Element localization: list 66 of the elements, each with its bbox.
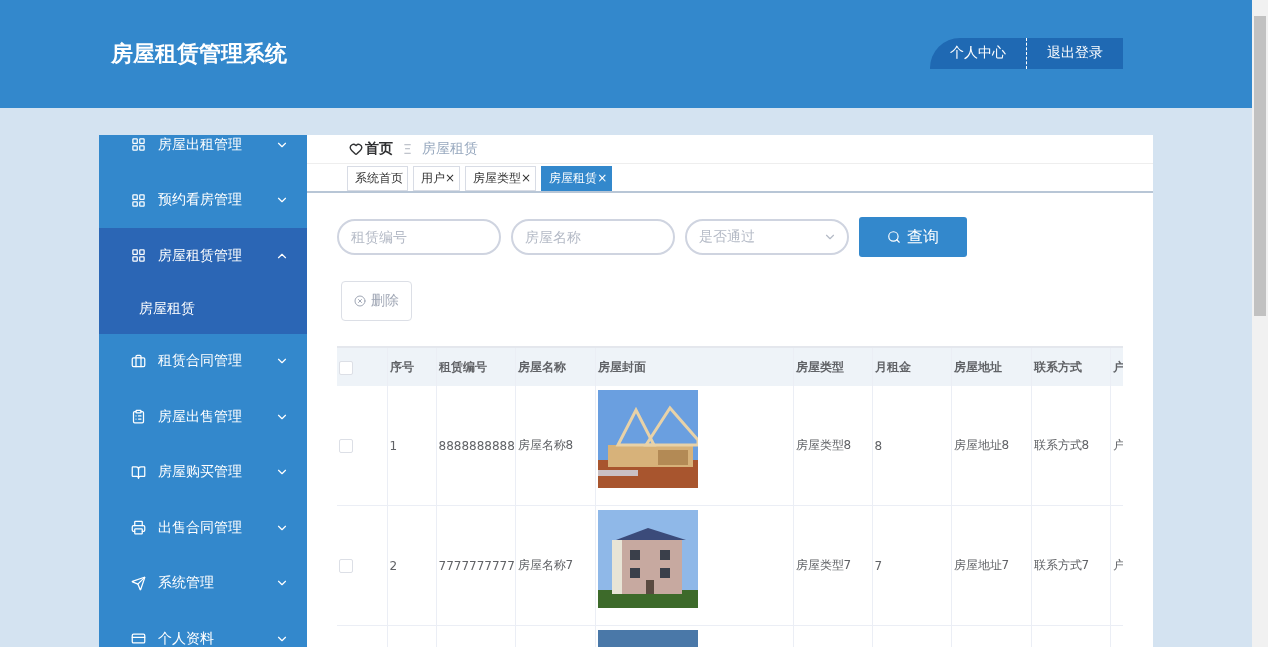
- search-icon: [887, 230, 901, 245]
- page-tab[interactable]: 房屋租赁×: [541, 166, 613, 192]
- briefcase-icon: [131, 353, 146, 369]
- sidebar-item[interactable]: 房屋出售管理: [99, 389, 307, 445]
- grid-icon: [131, 192, 146, 208]
- grid-icon: [131, 248, 146, 264]
- table-cell: 联系方式7: [1033, 558, 1090, 573]
- app-title: 房屋租赁管理系统: [111, 40, 288, 68]
- breadcrumb-separator: Ξ: [403, 141, 412, 158]
- clipboard-icon: [131, 409, 146, 425]
- breadcrumb-current: 房屋租赁: [421, 140, 478, 159]
- sidebar-item[interactable]: 个人资料: [99, 611, 307, 647]
- sidebar-item[interactable]: 系统管理: [99, 555, 307, 611]
- sidebar-item[interactable]: 房屋出租管理: [99, 135, 307, 173]
- heart-icon: [349, 142, 363, 157]
- close-circle-icon: [354, 295, 366, 308]
- table-cell: 1: [389, 438, 398, 453]
- sidebar-item[interactable]: 出售合同管理: [99, 500, 307, 556]
- column-header: 序号: [389, 359, 414, 374]
- grid-icon: [131, 137, 146, 153]
- column-header: 联系方式: [1033, 359, 1082, 374]
- column-header: 房屋地址: [953, 359, 1002, 374]
- checkbox[interactable]: [339, 439, 353, 453]
- select-field[interactable]: 是否通过: [685, 219, 849, 256]
- paper-plane-icon: [131, 575, 146, 591]
- table-cell: 房屋地址7: [953, 558, 1010, 573]
- submenu-item[interactable]: 房屋租赁: [99, 283, 307, 334]
- input-field[interactable]: 租赁编号: [337, 219, 501, 256]
- sidebar-item[interactable]: 房屋租赁管理: [99, 228, 307, 284]
- book-icon: [131, 464, 146, 480]
- table-cell: 2: [389, 558, 398, 573]
- sidebar-item[interactable]: 房屋购买管理: [99, 444, 307, 500]
- table-cell: 8888888888: [438, 438, 514, 453]
- table-cell: 户: [1112, 438, 1123, 453]
- page-tab[interactable]: 房屋类型×: [465, 166, 537, 192]
- breadcrumb-home[interactable]: 首页: [349, 140, 393, 159]
- table-cell: 房屋类型8: [795, 438, 852, 453]
- card-icon: [131, 631, 146, 647]
- table-cell: 7777777777: [438, 558, 514, 573]
- sidebar-item[interactable]: 租赁合同管理: [99, 333, 307, 389]
- profile-button[interactable]: 个人中心: [930, 37, 1027, 69]
- table-cell: 房屋名称8: [517, 438, 574, 453]
- table-cell: 8: [874, 438, 883, 453]
- column-header: 户: [1112, 359, 1123, 374]
- column-header: 房屋封面: [597, 359, 646, 374]
- table-cell: 联系方式8: [1033, 438, 1090, 453]
- breadcrumb-home-label[interactable]: 首页: [365, 140, 393, 159]
- page-tab[interactable]: 系统首页: [347, 166, 408, 192]
- table-cell: 房屋类型7: [795, 558, 852, 573]
- logout-button[interactable]: 退出登录: [1027, 37, 1123, 69]
- input-field[interactable]: 房屋名称: [511, 219, 675, 256]
- table-cell: 房屋地址8: [953, 438, 1010, 453]
- printer-icon: [131, 520, 146, 536]
- sidebar-item[interactable]: 预约看房管理: [99, 172, 307, 228]
- scrollbar[interactable]: [1252, 0, 1268, 647]
- checkbox[interactable]: [339, 360, 353, 375]
- column-header: 房屋名称: [517, 359, 566, 374]
- column-header: 月租金: [874, 359, 911, 374]
- checkbox[interactable]: [339, 559, 353, 573]
- table-cell: 户: [1112, 558, 1123, 573]
- column-header: 租赁编号: [438, 359, 487, 374]
- page-tab[interactable]: 用户×: [413, 166, 461, 192]
- search-button[interactable]: 查询: [859, 217, 967, 258]
- table-cell: 房屋名称7: [517, 558, 574, 573]
- column-header: 房屋类型: [795, 359, 844, 374]
- table-cell: 7: [874, 558, 883, 573]
